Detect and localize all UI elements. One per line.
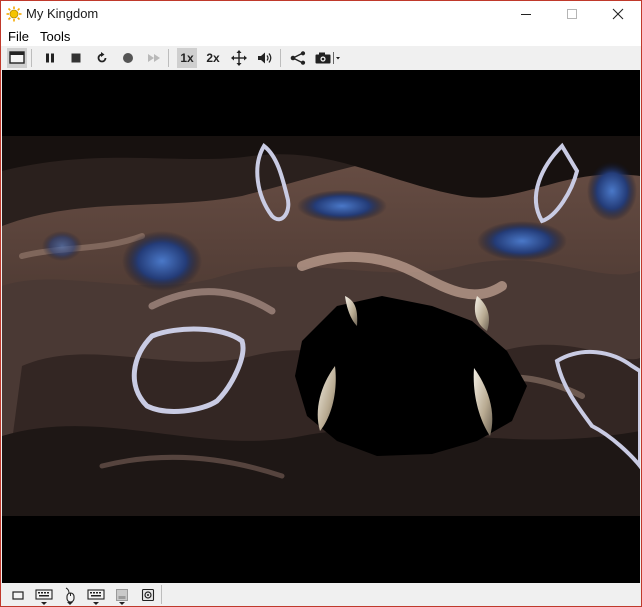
speaker-button[interactable] — [137, 585, 159, 604]
keyboard-icon — [35, 589, 53, 600]
record-icon — [123, 53, 133, 63]
minimize-button[interactable] — [503, 1, 549, 27]
keyboard-button[interactable] — [33, 585, 55, 605]
scale-1x-label: 1x — [180, 51, 194, 65]
maximize-icon — [567, 9, 577, 19]
close-button[interactable] — [595, 1, 641, 27]
minimize-icon — [521, 14, 531, 15]
move-button[interactable] — [229, 48, 249, 68]
mouse-icon — [65, 587, 75, 603]
volume-icon — [258, 52, 272, 64]
keyboard-alt-button[interactable] — [85, 585, 107, 605]
speaker-icon — [141, 588, 155, 601]
scale-2x-label: 2x — [206, 51, 220, 65]
status-bar — [1, 583, 641, 606]
dropdown-caret — [119, 602, 125, 605]
game-viewport[interactable] — [2, 70, 640, 583]
keyboard-alt-icon — [87, 589, 105, 600]
dropdown-caret — [93, 602, 99, 605]
move-icon — [231, 50, 247, 66]
close-icon — [612, 8, 624, 20]
app-window: My Kingdom File Tools 1x 2x — [0, 0, 642, 607]
display-icon — [9, 51, 25, 64]
scale-2x-button[interactable]: 2x — [203, 48, 223, 68]
sun-icon — [6, 6, 22, 22]
reset-icon — [97, 52, 107, 63]
menu-bar: File Tools — [1, 27, 641, 46]
reset-button[interactable] — [92, 48, 112, 68]
disk-button[interactable] — [111, 585, 133, 605]
title-bar: My Kingdom — [1, 1, 641, 27]
toolbar-separator — [31, 49, 32, 67]
window-title: My Kingdom — [26, 6, 99, 21]
pause-button[interactable] — [40, 48, 60, 68]
share-icon — [290, 51, 306, 65]
media-button[interactable] — [7, 585, 29, 604]
toolbar-separator — [168, 49, 169, 67]
scale-1x-button[interactable]: 1x — [177, 48, 197, 68]
display-button[interactable] — [7, 48, 27, 68]
disk-icon — [116, 588, 128, 601]
fast-forward-button[interactable] — [144, 48, 164, 68]
share-button[interactable] — [288, 48, 308, 68]
stop-button[interactable] — [66, 48, 86, 68]
pause-icon — [46, 53, 54, 63]
status-separator — [161, 585, 162, 604]
menu-file[interactable]: File — [8, 29, 29, 44]
toolbar-separator — [280, 49, 281, 67]
media-icon — [12, 590, 24, 600]
camera-button[interactable] — [314, 48, 342, 68]
camera-icon — [315, 52, 340, 64]
dropdown-caret — [67, 602, 73, 605]
stop-icon — [71, 53, 81, 63]
mouse-button[interactable] — [59, 585, 81, 605]
dropdown-caret — [41, 602, 47, 605]
volume-button[interactable] — [255, 48, 275, 68]
menu-tools[interactable]: Tools — [40, 29, 70, 44]
maximize-button[interactable] — [549, 1, 595, 27]
fast-forward-icon — [148, 54, 160, 62]
toolbar: 1x 2x — [1, 46, 641, 70]
game-scene[interactable] — [2, 136, 640, 516]
record-button[interactable] — [118, 48, 138, 68]
